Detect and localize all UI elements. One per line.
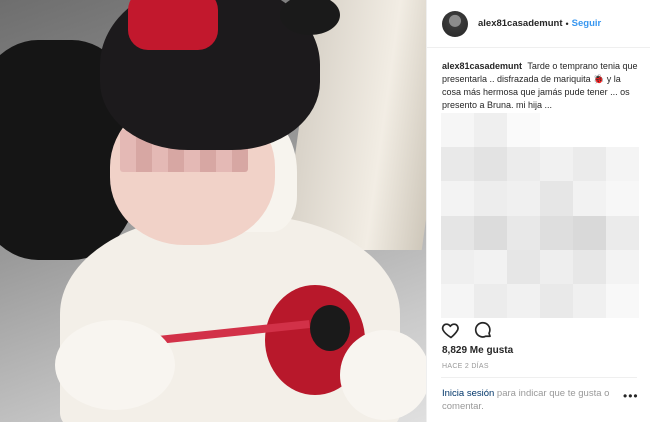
photo-hat-red-patch [128, 0, 218, 50]
photo-right-mitten [340, 330, 426, 420]
likes-count[interactable]: 8,829 Me gusta [442, 345, 513, 356]
instagram-post: alex81casademunt • Seguir alex81casademu… [0, 0, 650, 422]
more-options-icon[interactable]: ••• [623, 390, 639, 402]
username-link[interactable]: alex81casademunt [478, 18, 563, 29]
login-link[interactable]: Inicia sesión [442, 388, 494, 399]
photo-ladybug-spot [310, 305, 350, 351]
photo-left-mitten [55, 320, 175, 410]
heart-icon[interactable] [441, 320, 461, 340]
post-timestamp[interactable]: HACE 2 DÍAS [442, 363, 489, 370]
header-separator: • [565, 18, 569, 29]
follow-button[interactable]: Seguir [572, 18, 602, 29]
caption-username-link[interactable]: alex81casademunt [442, 61, 522, 71]
login-prompt: Inicia sesión para indicar que te gusta … [442, 387, 642, 413]
post-header: alex81casademunt • Seguir [427, 0, 650, 48]
pixelated-comments-area [441, 113, 639, 318]
avatar[interactable] [442, 10, 468, 37]
divider [441, 377, 637, 378]
post-side-panel: alex81casademunt • Seguir alex81casademu… [426, 0, 650, 422]
post-actions [441, 320, 493, 340]
post-photo[interactable] [0, 0, 426, 422]
comment-icon[interactable] [473, 320, 493, 340]
post-caption: alex81casademunt Tarde o temprano tenia … [442, 60, 640, 112]
